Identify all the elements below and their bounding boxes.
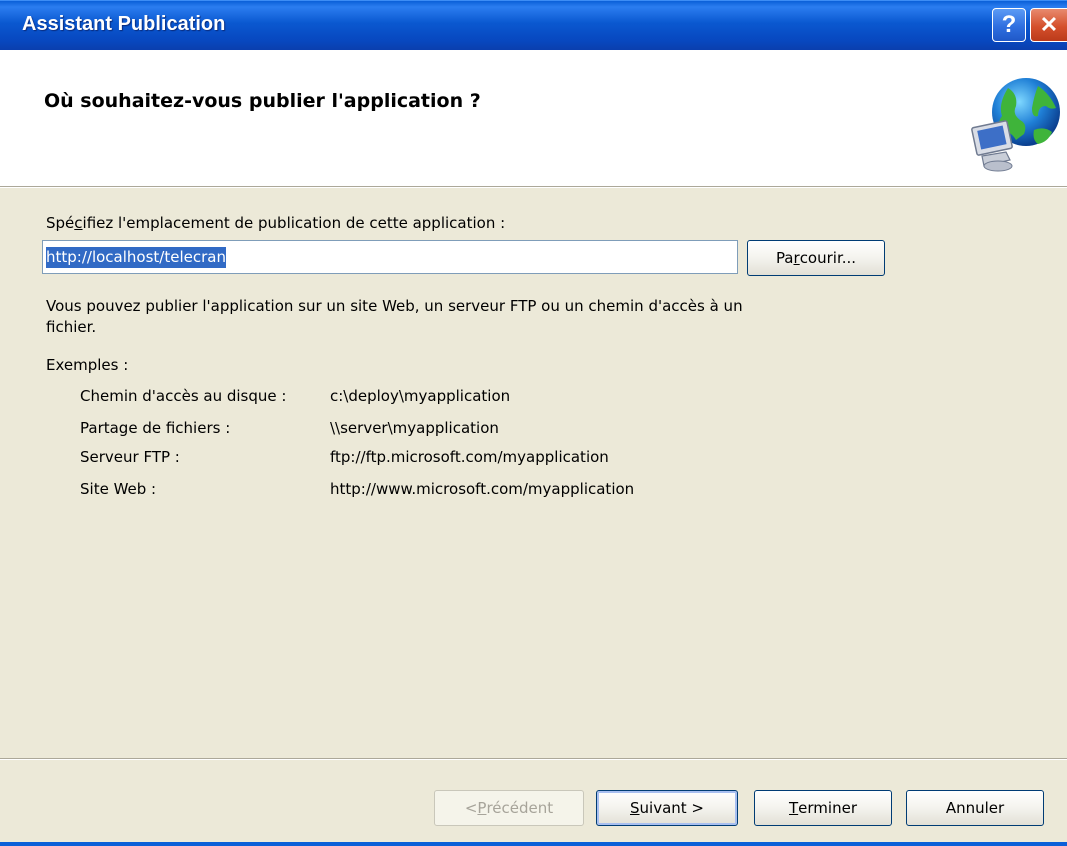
header-separator	[0, 186, 1067, 188]
example-value-share: \\server\myapplication	[330, 419, 499, 437]
examples-heading: Exemples :	[46, 356, 129, 374]
example-value-web: http://www.microsoft.com/myapplication	[330, 480, 635, 498]
next-button[interactable]: Suivant >	[596, 790, 738, 826]
wizard-header: Où souhaitez-vous publier l'application …	[0, 50, 1067, 186]
question-mark-icon: ?	[1001, 11, 1017, 38]
help-text-line-2: fichier.	[46, 318, 97, 336]
close-button[interactable]: ✕	[1030, 8, 1067, 42]
example-label-ftp: Serveur FTP :	[80, 448, 180, 466]
page-title: Où souhaitez-vous publier l'application …	[44, 90, 481, 112]
cancel-button[interactable]: Annuler	[906, 790, 1044, 826]
example-label-web: Site Web :	[80, 480, 157, 498]
browse-button[interactable]: Pa r courir...	[747, 240, 885, 276]
help-button[interactable]: ?	[992, 8, 1026, 42]
window-bottom-border	[0, 842, 1067, 846]
example-label-disk: Chemin d'accès au disque :	[80, 387, 287, 405]
location-input[interactable]: http://localhost/telecran	[42, 240, 738, 274]
title-bar[interactable]: Assistant Publication ? ✕	[0, 0, 1067, 50]
example-value-disk: c:\deploy\myapplication	[330, 387, 511, 405]
footer-separator	[0, 758, 1067, 760]
example-value-ftp: ftp://ftp.microsoft.com/myapplication	[330, 448, 609, 466]
network-globe-icon	[971, 78, 1060, 172]
previous-button[interactable]: < Précédent	[434, 790, 584, 826]
location-label: Spécifiez l'emplacement de publication d…	[46, 214, 506, 232]
location-input-value: http://localhost/telecran	[46, 247, 226, 268]
finish-button[interactable]: Terminer	[754, 790, 892, 826]
example-label-share: Partage de fichiers :	[80, 419, 231, 437]
help-text-line-1: Vous pouvez publier l'application sur un…	[46, 297, 743, 315]
window-title: Assistant Publication	[22, 13, 226, 35]
close-icon: ✕	[1039, 12, 1059, 37]
